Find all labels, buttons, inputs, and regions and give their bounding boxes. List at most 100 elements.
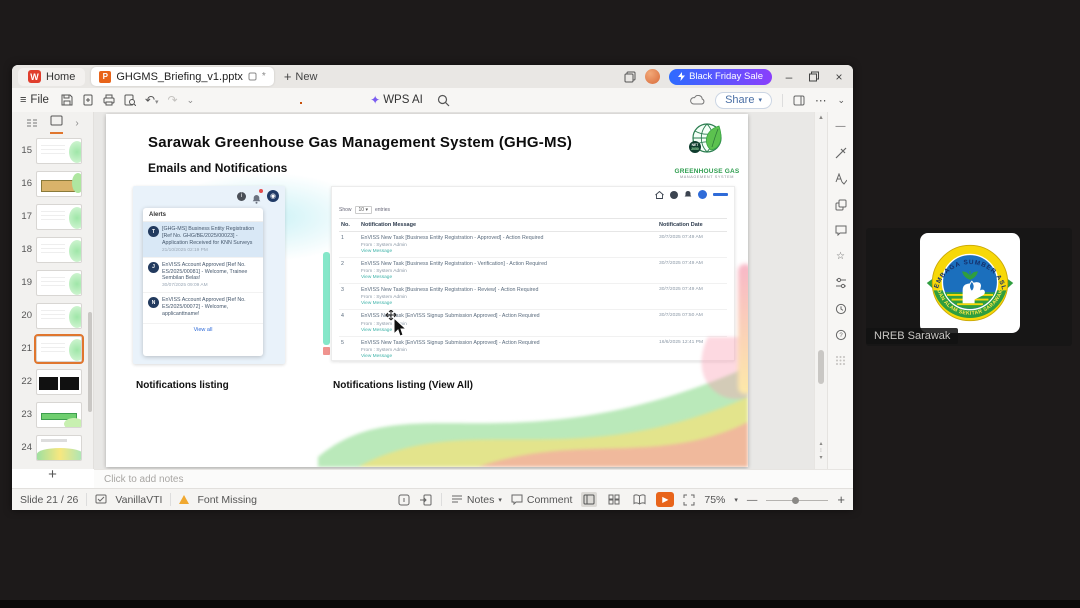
menu-item[interactable] xyxy=(228,97,230,103)
template-name[interactable]: VanillaVTI xyxy=(115,494,162,506)
new-tab-button[interactable]: + New xyxy=(284,69,318,84)
menu-item[interactable] xyxy=(300,96,303,104)
zoom-slider-knob[interactable] xyxy=(792,496,800,504)
template-icon[interactable] xyxy=(95,494,107,505)
participant-tile[interactable]: LEMBAGA SUMBER ASLI DAN ALAM SEKITAR SAR… xyxy=(866,228,1072,346)
redo-button[interactable]: ↷ xyxy=(168,93,178,107)
menu-item[interactable] xyxy=(282,97,284,103)
cloud-sync-icon[interactable] xyxy=(690,94,705,106)
alert-item[interactable]: T [GHG-MS] Business Entity Registration … xyxy=(143,222,263,258)
toolbar-more-icon[interactable]: ⌄ xyxy=(187,95,195,106)
alert-item[interactable]: J EnVISS Account Approved [Ref No. ES/20… xyxy=(143,258,263,294)
slide-thumbnail[interactable]: 24 xyxy=(12,431,93,464)
tab-home-label: Home xyxy=(46,70,76,83)
user-avatar[interactable] xyxy=(645,69,661,84)
zoom-dropdown-icon[interactable]: ▾ xyxy=(734,496,738,504)
selection-pane-icon[interactable] xyxy=(398,494,410,506)
view-all-link[interactable]: View all xyxy=(143,324,263,336)
slide-thumbnail[interactable]: 19 xyxy=(12,266,93,299)
quick-tools-icon[interactable] xyxy=(834,146,847,159)
normal-view-button[interactable] xyxy=(581,492,598,507)
restore-button[interactable] xyxy=(806,71,822,82)
task-pane-icon[interactable] xyxy=(793,95,805,106)
print-icon[interactable] xyxy=(103,94,115,106)
zoom-level[interactable]: 75% xyxy=(704,494,725,506)
outline-view-icon[interactable] xyxy=(26,118,38,129)
save-icon[interactable] xyxy=(61,94,73,106)
favorites-icon[interactable]: ☆ xyxy=(834,250,847,263)
menu-item[interactable] xyxy=(210,97,212,103)
slide-thumbnail[interactable]: 16 xyxy=(12,167,93,200)
entries-select[interactable]: 10 ▾ xyxy=(354,206,372,214)
collapse-ribbon-icon[interactable]: ⌄ xyxy=(837,95,845,106)
status-bar: Slide 21 / 26 VanillaVTI Font Missing No… xyxy=(12,488,853,510)
tab-document[interactable]: P GHGMS_Briefing_v1.pptx * xyxy=(91,67,274,86)
panel-expand-icon[interactable]: › xyxy=(75,118,78,129)
menu-item[interactable] xyxy=(318,97,320,103)
search-icon[interactable] xyxy=(437,94,450,107)
canvas-scrollbar[interactable]: ▲ ▴ ⁞ ▾ xyxy=(814,112,827,469)
thumbnail-scrollbar[interactable] xyxy=(88,312,92,412)
comment-button[interactable]: Comment xyxy=(511,494,572,506)
next-slide-button[interactable]: ▾ xyxy=(815,454,827,463)
apps-grid-icon[interactable] xyxy=(834,354,847,367)
font-missing-label[interactable]: Font Missing xyxy=(197,494,257,506)
more-options-icon[interactable]: ⋯ xyxy=(815,93,828,107)
notes-area[interactable]: Click to add notes xyxy=(94,469,853,488)
menu-item[interactable] xyxy=(354,97,356,103)
collapse-pane-icon[interactable]: — xyxy=(834,120,847,133)
slide-thumbnail[interactable]: 15 xyxy=(12,134,93,167)
cell-from: From : System Admin xyxy=(361,269,407,275)
undo-button[interactable]: ↶▾ xyxy=(145,93,159,107)
view-message-link[interactable]: View Message xyxy=(361,301,655,306)
share-button[interactable]: Share ▾ xyxy=(715,91,772,109)
menu-item[interactable] xyxy=(264,97,266,103)
desktop-shift-icon[interactable] xyxy=(419,494,432,506)
zoom-slider[interactable] xyxy=(766,494,829,506)
slideshow-play-button[interactable]: ▶ xyxy=(656,492,675,507)
print-preview-icon[interactable] xyxy=(124,94,136,106)
view-message-link[interactable]: View Message xyxy=(361,249,655,254)
menu-item[interactable] xyxy=(246,97,248,103)
zoom-out-button[interactable]: — xyxy=(747,494,758,506)
minimize-button[interactable]: – xyxy=(781,70,797,84)
export-icon[interactable] xyxy=(82,94,94,106)
table-row: 1 EnVISS New Task [Business Entity Regis… xyxy=(339,232,727,259)
reading-view-button[interactable] xyxy=(631,492,647,507)
slide-thumbnail[interactable]: 22 xyxy=(12,365,93,398)
promo-button[interactable]: Black Friday Sale xyxy=(669,68,772,85)
notes-toggle[interactable]: Notes ▾ xyxy=(451,494,502,506)
slide-thumbnail[interactable]: 18 xyxy=(12,233,93,266)
scroll-up-icon[interactable]: ▲ xyxy=(815,115,827,121)
alert-item[interactable]: N EnVISS Account Approved [Ref No. ES/20… xyxy=(143,293,263,324)
slide-canvas[interactable]: Sarawak Greenhouse Gas Management System… xyxy=(94,112,814,469)
wps-ai-button[interactable]: ✦ WPS AI xyxy=(370,93,423,107)
slide-thumbnail[interactable]: 21 xyxy=(12,332,93,365)
slide-number: 16 xyxy=(21,178,32,189)
slide-thumbnail[interactable]: 23 xyxy=(12,398,93,431)
fit-screen-icon[interactable] xyxy=(683,494,695,506)
slide-sorter-button[interactable] xyxy=(606,492,622,507)
comment-pane-icon[interactable] xyxy=(834,224,847,237)
lightning-icon xyxy=(678,72,686,81)
shapes-icon[interactable] xyxy=(834,198,847,211)
history-icon[interactable] xyxy=(834,302,847,315)
brand-line2: MANAGEMENT SYSTEM xyxy=(679,175,734,179)
add-slide-button[interactable]: + xyxy=(12,466,93,483)
scrollbar-thumb[interactable] xyxy=(818,350,824,384)
notification-badge xyxy=(259,189,263,193)
close-button[interactable]: × xyxy=(831,70,847,84)
window-stack-icon[interactable] xyxy=(624,71,636,83)
help-circle-icon[interactable]: ? xyxy=(834,328,847,341)
slide-number: 20 xyxy=(21,310,32,321)
file-menu[interactable]: ≡ File xyxy=(20,94,49,106)
settings-sliders-icon[interactable] xyxy=(834,276,847,289)
proofing-icon[interactable] xyxy=(834,172,847,185)
tab-home[interactable]: W Home xyxy=(18,67,86,86)
zoom-in-button[interactable]: + xyxy=(837,492,845,507)
view-message-link[interactable]: View Message xyxy=(361,275,655,280)
slide-view-icon[interactable] xyxy=(50,115,63,126)
slide-thumbnail[interactable]: 17 xyxy=(12,200,93,233)
slide-thumbnail[interactable]: 20 xyxy=(12,299,93,332)
menu-item[interactable] xyxy=(336,97,338,103)
